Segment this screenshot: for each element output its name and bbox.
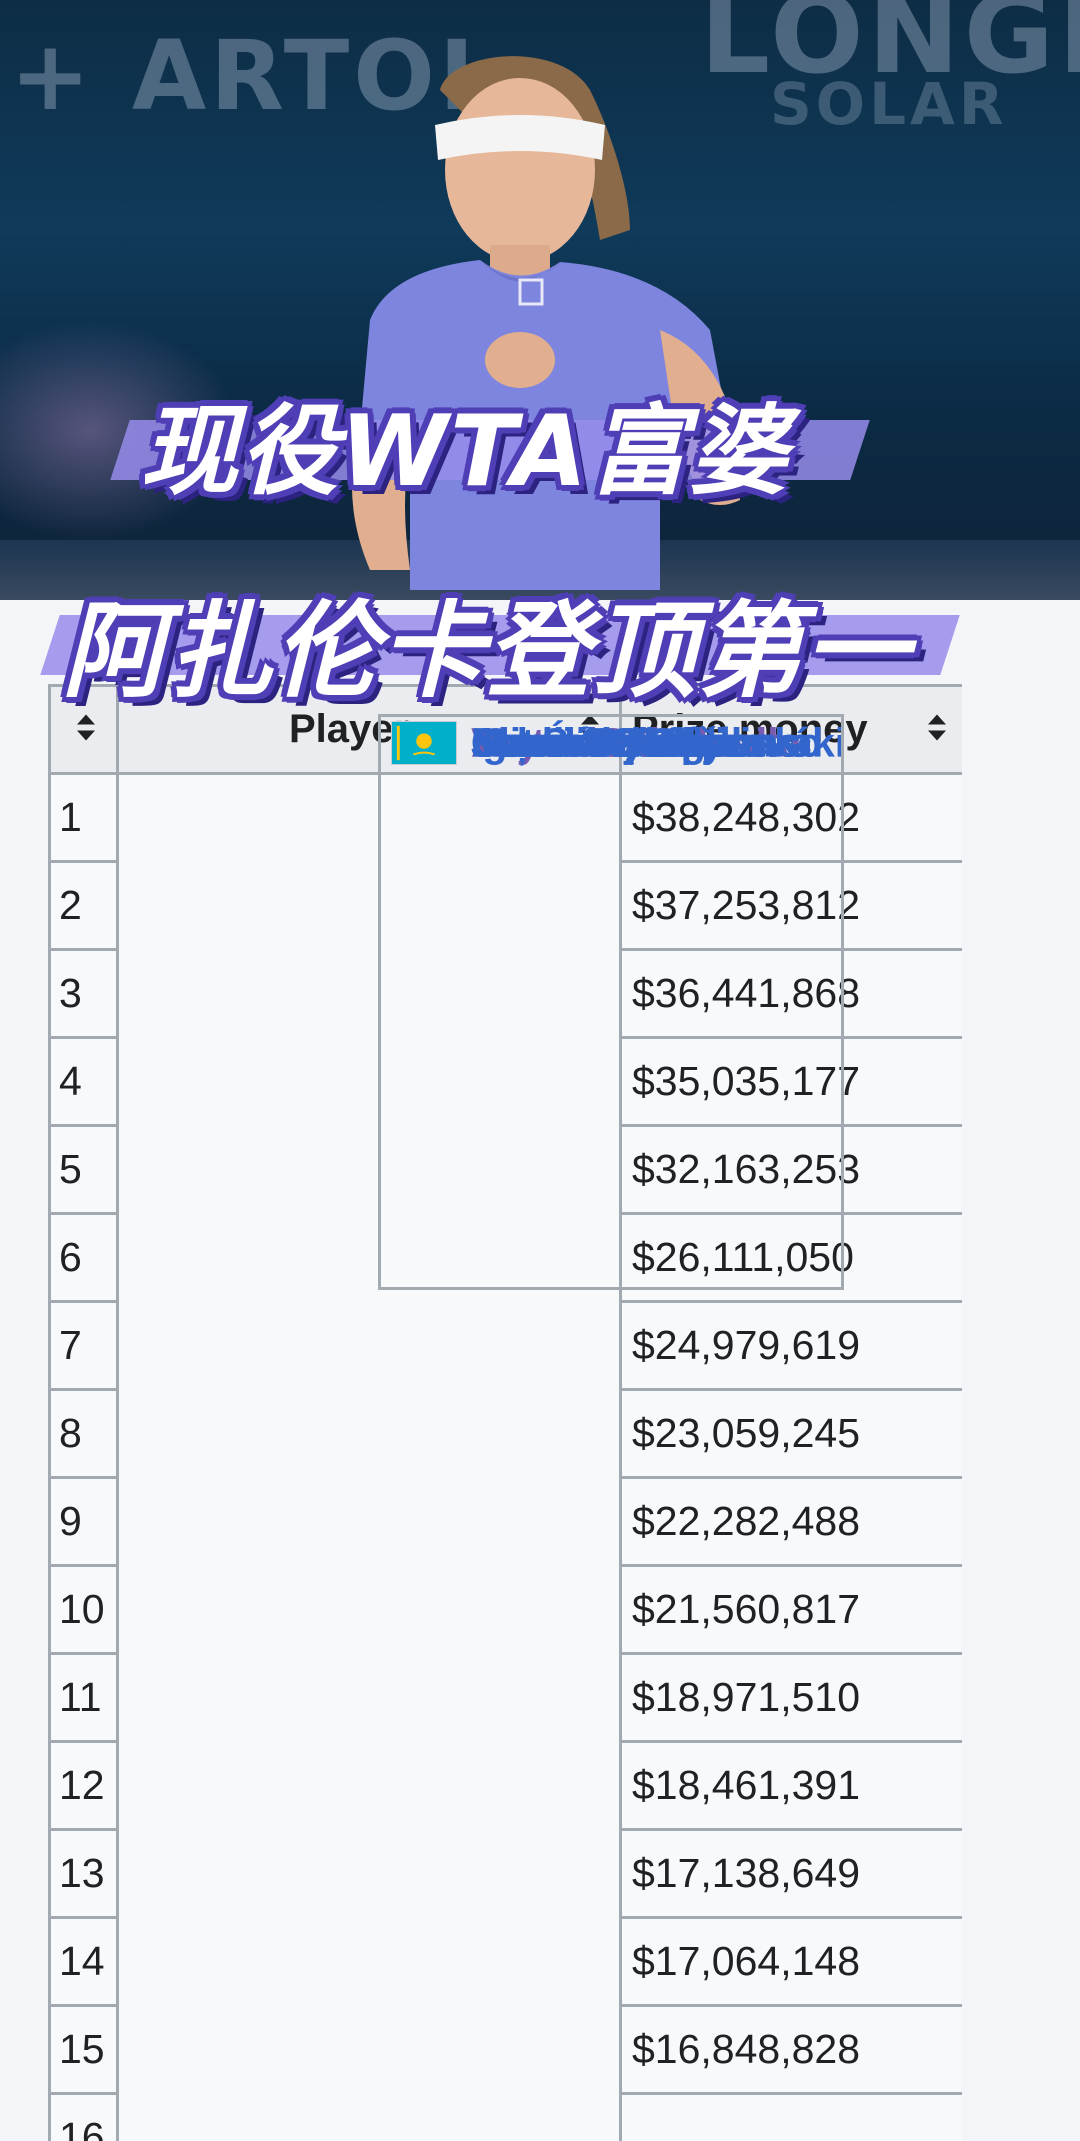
prize-money-cell: $17,138,649 <box>619 1828 962 1919</box>
table-row: 13 Jessica Pegula $17,138,649 <box>48 714 962 1919</box>
prize-money-cell: $21,560,817 <box>619 1564 962 1655</box>
rank-cell: 11 <box>48 1652 119 1743</box>
rank-cell: 6 <box>48 1212 119 1303</box>
sponsor-sign-right-sub: SOLAR <box>770 70 1008 138</box>
table-row: 9 Naomi Osaka $22,282,488 <box>48 714 962 1567</box>
player-cell <box>378 714 844 1290</box>
rank-cell: 12 <box>48 1740 119 1831</box>
prize-money-cell: $18,971,510 <box>619 1652 962 1743</box>
table-row: 11 Sloane Stephens $18,971,510 <box>48 714 962 1743</box>
rank-cell: 9 <box>48 1476 119 1567</box>
prize-money-table: Player Prize money 1 Victoria Azarenka $38… <box>48 684 962 2141</box>
table-row: 8 Coco Gauff $23,059,245 <box>48 714 962 1479</box>
rank-cell: 2 <box>48 860 119 951</box>
prize-money-cell <box>619 2092 962 2141</box>
prize-money-cell: $18,461,391 <box>619 1740 962 1831</box>
rank-cell: 5 <box>48 1124 119 1215</box>
rank-cell: 8 <box>48 1388 119 1479</box>
prize-money-table-container: Player Prize money 1 Victoria Azarenka $38… <box>48 684 962 2141</box>
prize-money-cell: $16,848,828 <box>619 2004 962 2095</box>
table-row: 14 Jeļena Ostapenko $17,064,148 <box>48 714 962 2007</box>
title-line-1: 现役WTA富婆 <box>140 395 790 509</box>
sort-arrows-icon[interactable] <box>926 712 948 747</box>
rank-cell: 3 <box>48 948 119 1039</box>
rank-cell: 15 <box>48 2004 119 2095</box>
rank-cell: 4 <box>48 1036 119 1127</box>
table-row: 12 Caroline Garcia $18,461,391 <box>48 714 962 1831</box>
table-row: 10 Madison Keys $21,560,817 <box>48 714 962 1655</box>
sort-arrows-icon[interactable] <box>75 712 97 747</box>
prize-money-cell: $23,059,245 <box>619 1388 962 1479</box>
prize-money-cell: $24,979,619 <box>619 1300 962 1391</box>
table-row: 7 Elina Svitolina $24,979,619 <box>48 714 962 1391</box>
rank-cell: 14 <box>48 1916 119 2007</box>
prize-money-cell: $22,282,488 <box>619 1476 962 1567</box>
tennis-player-figure <box>352 56 740 590</box>
rank-cell: 10 <box>48 1564 119 1655</box>
rank-cell: 1 <box>48 772 119 863</box>
rank-cell: 7 <box>48 1300 119 1391</box>
rank-cell: 13 <box>48 1828 119 1919</box>
rank-cell: 16 <box>48 2092 119 2141</box>
flag-placeholder <box>391 721 457 765</box>
table-body: 1 Victoria Azarenka $38,248,302 2 Petra Kvit… <box>48 714 962 2141</box>
prize-money-cell: $17,064,148 <box>619 1916 962 2007</box>
title-line-2: 阿扎伦卡登顶第一 <box>62 590 911 712</box>
table-row: 16 <box>48 714 962 2141</box>
table-row: 15 Elena Rybakina $16,848,828 <box>48 714 962 2095</box>
